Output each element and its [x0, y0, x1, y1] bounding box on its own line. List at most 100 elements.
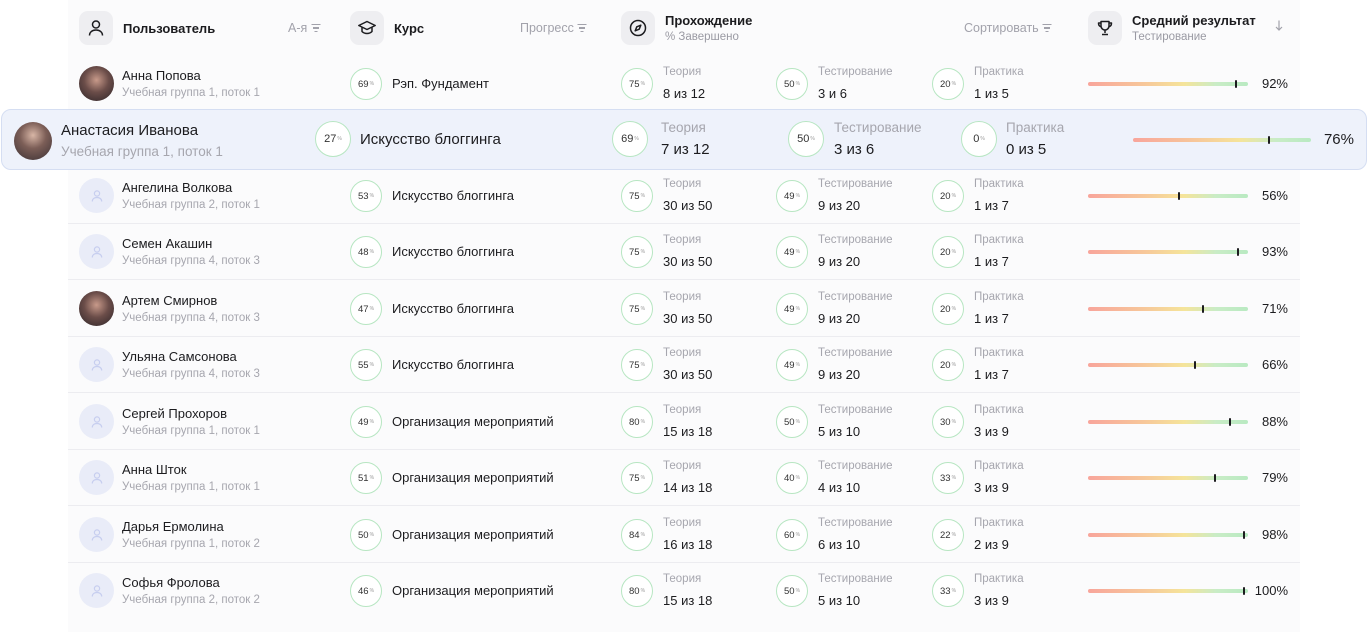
user-name[interactable]: Ангелина Волкова [122, 180, 232, 195]
avatar[interactable] [79, 573, 114, 608]
user-sort-button[interactable]: А-я [288, 21, 321, 35]
user-group: Учебная группа 4, поток 3 [122, 368, 260, 380]
user-group: Учебная группа 2, поток 1 [122, 199, 260, 211]
result-marker [1235, 80, 1237, 88]
course-name[interactable]: Искусство блоггинга [392, 357, 514, 372]
user-column-title: Пользователь [123, 20, 216, 36]
result-percent: 98% [1261, 527, 1288, 542]
course-name[interactable]: Искусство блоггинга [392, 301, 514, 316]
user-name[interactable]: Семен Акашин [122, 236, 212, 251]
course-name[interactable]: Искусство блоггинга [392, 244, 514, 259]
result-bar [1088, 418, 1248, 426]
avatar[interactable] [79, 178, 114, 213]
practice-progress-ring: 20% [932, 180, 964, 212]
user-name[interactable]: Софья Фролова [122, 575, 220, 590]
theory-progress-ring: 75% [621, 293, 653, 325]
avatar[interactable] [79, 404, 114, 439]
user-placeholder-icon [90, 245, 104, 259]
course-name[interactable]: Организация мероприятий [392, 414, 554, 429]
table-row[interactable]: Анна Попова Учебная группа 1, поток 1 69% Р… [0, 56, 1368, 112]
user-group: Учебная группа 4, поток 3 [122, 255, 260, 267]
theory-progress-ring: 69% [612, 121, 648, 157]
course-sort-label: Прогресс [520, 21, 574, 35]
course-name[interactable]: Рэп. Фундамент [392, 76, 489, 91]
passing-column-header[interactable]: Прохождение % Завершено [621, 10, 752, 46]
user-column-header[interactable]: Пользователь [79, 10, 215, 46]
user-group: Учебная группа 1, поток 2 [122, 538, 260, 550]
practice-value: 1 из 7 [974, 198, 1009, 213]
result-marker [1214, 474, 1216, 482]
course-progress-ring: 27% [315, 121, 351, 157]
testing-value: 9 из 20 [818, 311, 861, 326]
user-name[interactable]: Дарья Ермолина [122, 519, 224, 534]
testing-label: Тестирование [834, 120, 922, 135]
practice-value: 3 из 9 [974, 593, 1009, 608]
testing-value: 9 из 20 [818, 198, 861, 213]
theory-label: Теория [663, 347, 702, 359]
avatar[interactable] [79, 291, 114, 326]
theory-value: 7 из 12 [661, 141, 710, 158]
practice-value: 1 из 7 [974, 311, 1009, 326]
table-row[interactable]: Софья Фролова Учебная группа 2, поток 2 46… [0, 563, 1368, 619]
table-row[interactable]: Ульяна Самсонова Учебная группа 4, поток … [0, 337, 1368, 393]
practice-value: 3 из 9 [974, 480, 1009, 495]
user-placeholder-icon [90, 584, 104, 598]
table-row[interactable]: Сергей Прохоров Учебная группа 1, поток 1… [0, 394, 1368, 450]
theory-value: 30 из 50 [663, 311, 713, 326]
course-name[interactable]: Организация мероприятий [392, 527, 554, 542]
course-name[interactable]: Искусство блоггинга [360, 131, 501, 148]
theory-value: 30 из 50 [663, 254, 713, 269]
result-column-header[interactable]: Средний результат Тестирование [1088, 10, 1256, 46]
testing-progress-ring: 49% [776, 236, 808, 268]
user-icon [79, 11, 113, 45]
avatar[interactable] [79, 347, 114, 382]
result-bar [1133, 136, 1311, 144]
practice-progress-ring: 20% [932, 68, 964, 100]
testing-progress-ring: 50% [776, 406, 808, 438]
course-name[interactable]: Организация мероприятий [392, 470, 554, 485]
course-name[interactable]: Искусство блоггинга [392, 188, 514, 203]
testing-label: Тестирование [818, 66, 893, 78]
user-name[interactable]: Артем Смирнов [122, 293, 217, 308]
user-name[interactable]: Сергей Прохоров [122, 406, 227, 421]
testing-label: Тестирование [818, 291, 893, 303]
theory-progress-ring: 75% [621, 180, 653, 212]
result-percent: 79% [1261, 470, 1288, 485]
avatar[interactable] [79, 517, 114, 552]
result-sort-button[interactable] [1275, 20, 1283, 31]
table-row[interactable]: Анастасия Иванова Учебная группа 1, поток… [1, 109, 1367, 170]
practice-progress-ring: 20% [932, 293, 964, 325]
course-name[interactable]: Организация мероприятий [392, 583, 554, 598]
table-row[interactable]: Ангелина Волкова Учебная группа 2, поток … [0, 168, 1368, 224]
user-group: Учебная группа 1, поток 1 [61, 144, 223, 159]
avatar[interactable] [79, 66, 114, 101]
testing-label: Тестирование [818, 517, 893, 529]
practice-label: Практика [974, 460, 1024, 472]
user-name[interactable]: Анастасия Иванова [61, 122, 198, 139]
course-progress-ring: 53% [350, 180, 382, 212]
theory-progress-ring: 80% [621, 406, 653, 438]
filter-icon [577, 24, 587, 32]
result-percent: 92% [1261, 76, 1288, 91]
passing-sort-button[interactable]: Сортировать [964, 21, 1052, 35]
table-row[interactable]: Артем Смирнов Учебная группа 4, поток 3 47… [0, 281, 1368, 337]
avatar[interactable] [79, 234, 114, 269]
practice-value: 1 из 7 [974, 254, 1009, 269]
table-row[interactable]: Дарья Ермолина Учебная группа 1, поток 2 5… [0, 507, 1368, 563]
avatar[interactable] [14, 122, 52, 160]
theory-value: 30 из 50 [663, 367, 713, 382]
result-bar [1088, 192, 1248, 200]
theory-progress-ring: 75% [621, 462, 653, 494]
course-sort-button[interactable]: Прогресс [520, 21, 587, 35]
table-row[interactable]: Анна Шток Учебная группа 1, поток 1 51% Орг… [0, 450, 1368, 506]
table-row[interactable]: Семен Акашин Учебная группа 4, поток 3 48%… [0, 224, 1368, 280]
testing-label: Тестирование [818, 178, 893, 190]
practice-label: Практика [974, 234, 1024, 246]
result-percent: 93% [1261, 244, 1288, 259]
course-column-header[interactable]: Курс [350, 10, 424, 46]
user-name[interactable]: Анна Попова [122, 68, 201, 83]
user-name[interactable]: Ульяна Самсонова [122, 349, 237, 364]
user-name[interactable]: Анна Шток [122, 462, 187, 477]
course-progress-ring: 46% [350, 575, 382, 607]
avatar[interactable] [79, 460, 114, 495]
